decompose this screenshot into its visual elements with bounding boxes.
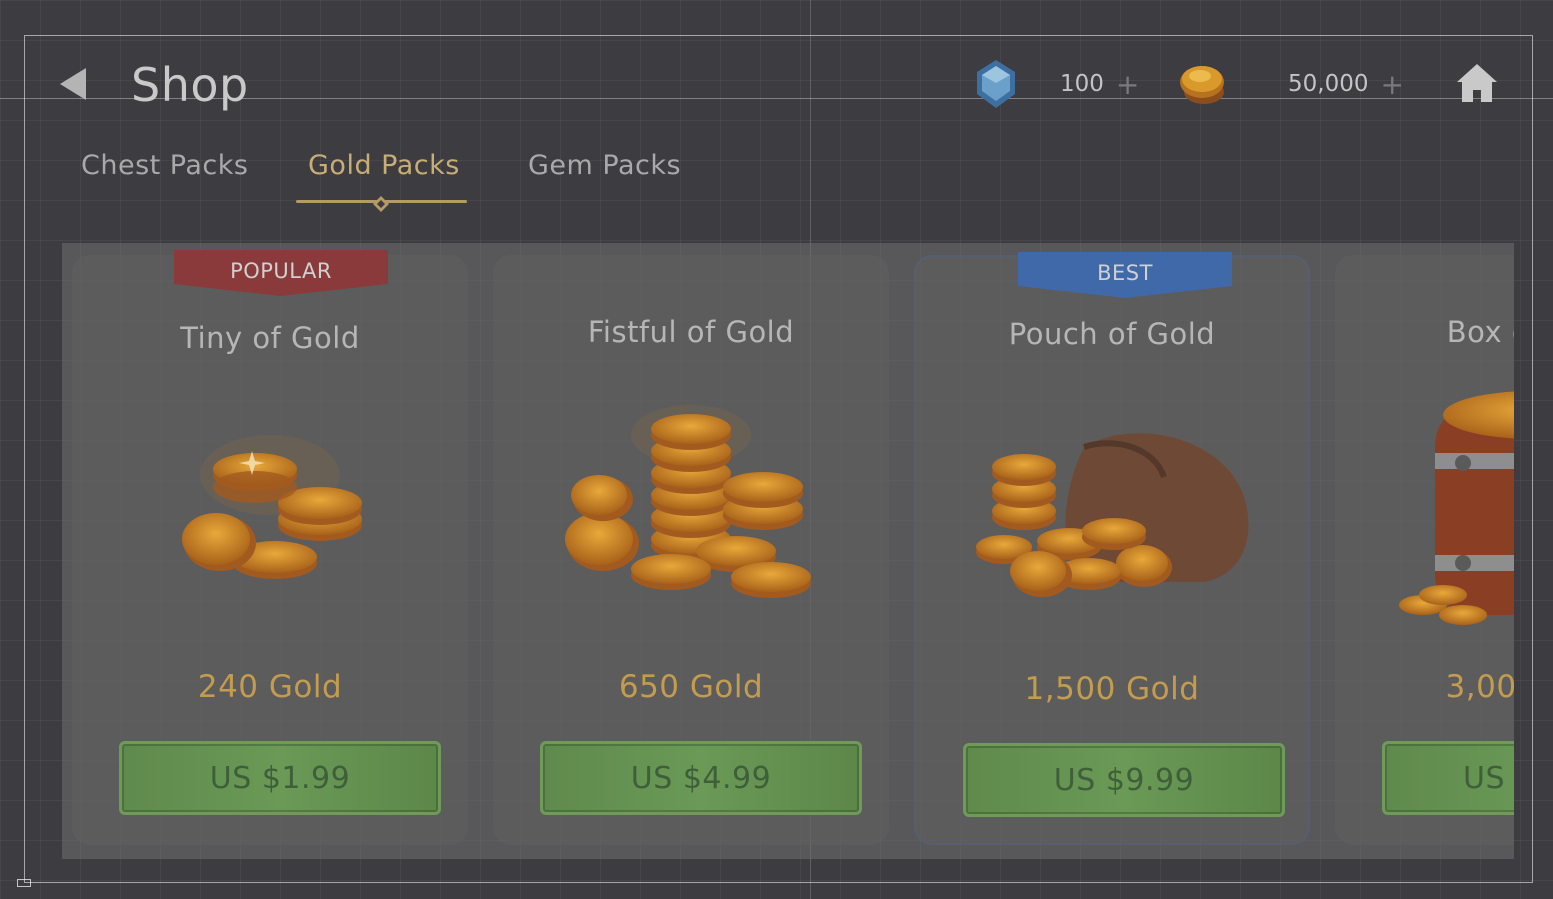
pack-title: Box of Gold (1446, 315, 1514, 349)
gold-pack-card[interactable]: BEST Pouch of Gold 1,500 Gold US $9.99 (914, 252, 1310, 845)
gold-coin-icon (1180, 66, 1224, 104)
back-button[interactable] (56, 64, 96, 104)
best-badge: BEST (1018, 252, 1232, 302)
gold-pack-card[interactable]: Fistful of Gold 650 Gold US $4.99 (493, 255, 889, 845)
add-gold-button[interactable]: + (1380, 68, 1403, 101)
popular-badge: POPULAR (174, 250, 388, 300)
gold-pack-list: POPULAR Tiny of Gold 240 Gold US $1.99 F… (62, 243, 1514, 859)
pack-title: Tiny of Gold (180, 321, 360, 355)
pack-amount: 240 Gold (197, 669, 343, 705)
gem-currency: 100 + (974, 60, 1139, 108)
gold-currency: 50,000 + (1178, 60, 1404, 108)
active-tab-indicator (296, 196, 467, 212)
gold-coins-pile-icon (565, 405, 811, 598)
pack-amount: 3,000 Gold (1445, 669, 1514, 705)
back-arrow-icon (60, 68, 86, 100)
home-button[interactable] (1455, 62, 1499, 104)
gold-barrel-icon (1399, 391, 1514, 625)
pack-title: Pouch of Gold (1008, 317, 1216, 351)
add-gems-button[interactable]: + (1116, 68, 1139, 101)
page-title: Shop (131, 58, 249, 112)
buy-button[interactable]: US $9.99 (963, 743, 1285, 817)
pack-amount: 1,500 Gold (1024, 671, 1200, 707)
pack-amount: 650 Gold (618, 669, 764, 705)
tab-gold-packs[interactable]: Gold Packs (308, 150, 460, 181)
resize-handle[interactable] (17, 879, 31, 887)
gold-pouch-icon (976, 433, 1249, 597)
gem-icon (977, 60, 1015, 108)
buy-button[interactable]: US $1.99 (119, 741, 441, 815)
buy-button[interactable]: US $24.99 (1382, 741, 1514, 815)
tab-chest-packs[interactable]: Chest Packs (81, 150, 248, 181)
home-icon (1457, 64, 1497, 102)
gold-pack-card[interactable]: POPULAR Tiny of Gold 240 Gold US $1.99 (72, 250, 468, 845)
gold-pack-card[interactable]: Box of Gold 3,000 Gold US $24.99 (1335, 255, 1514, 845)
buy-button[interactable]: US $4.99 (540, 741, 862, 815)
pack-title: Fistful of Gold (587, 315, 795, 349)
tab-gem-packs[interactable]: Gem Packs (528, 150, 681, 181)
gold-count: 50,000 (1288, 71, 1369, 97)
gem-count: 100 (1060, 71, 1104, 97)
gold-coins-small-icon (182, 435, 362, 579)
